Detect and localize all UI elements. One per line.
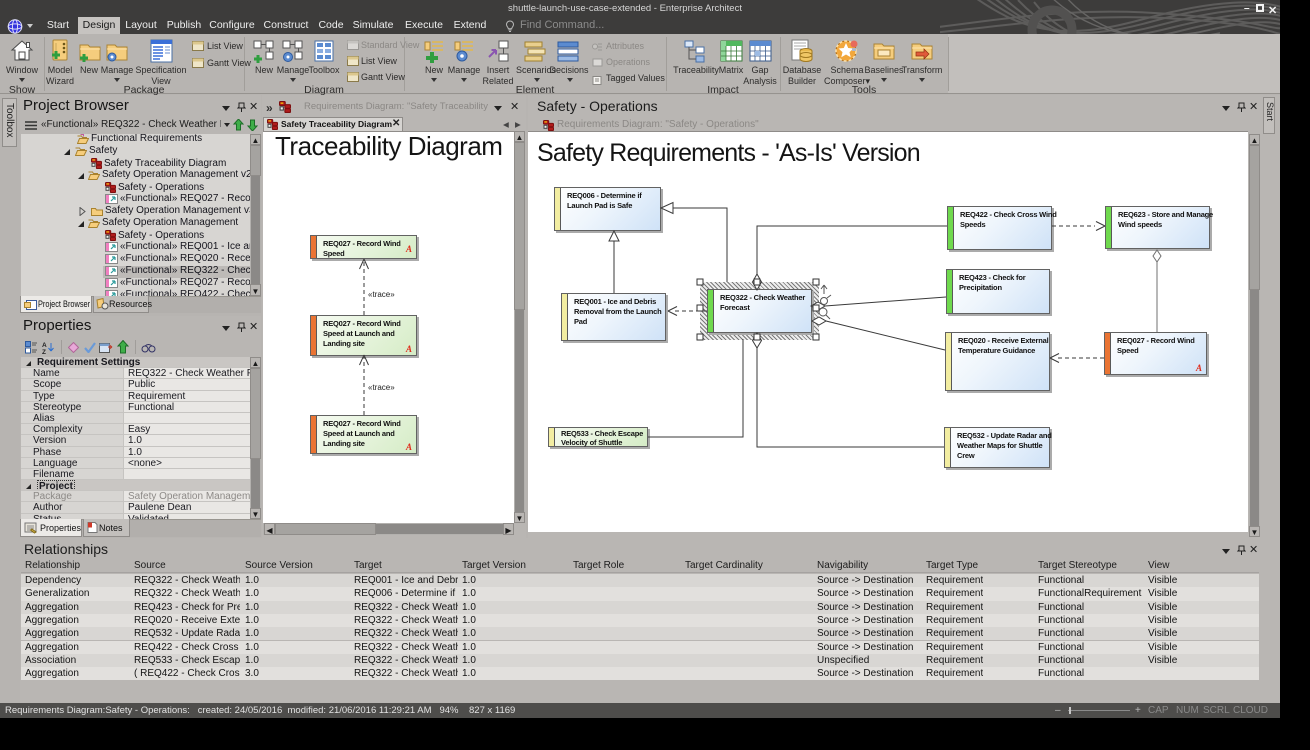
svg-text:«trace»: «trace» [368,383,395,392]
svg-text:Z: Z [42,349,46,354]
svg-text:«trace»: «trace» [368,290,395,299]
svg-text:A: A [42,342,47,349]
